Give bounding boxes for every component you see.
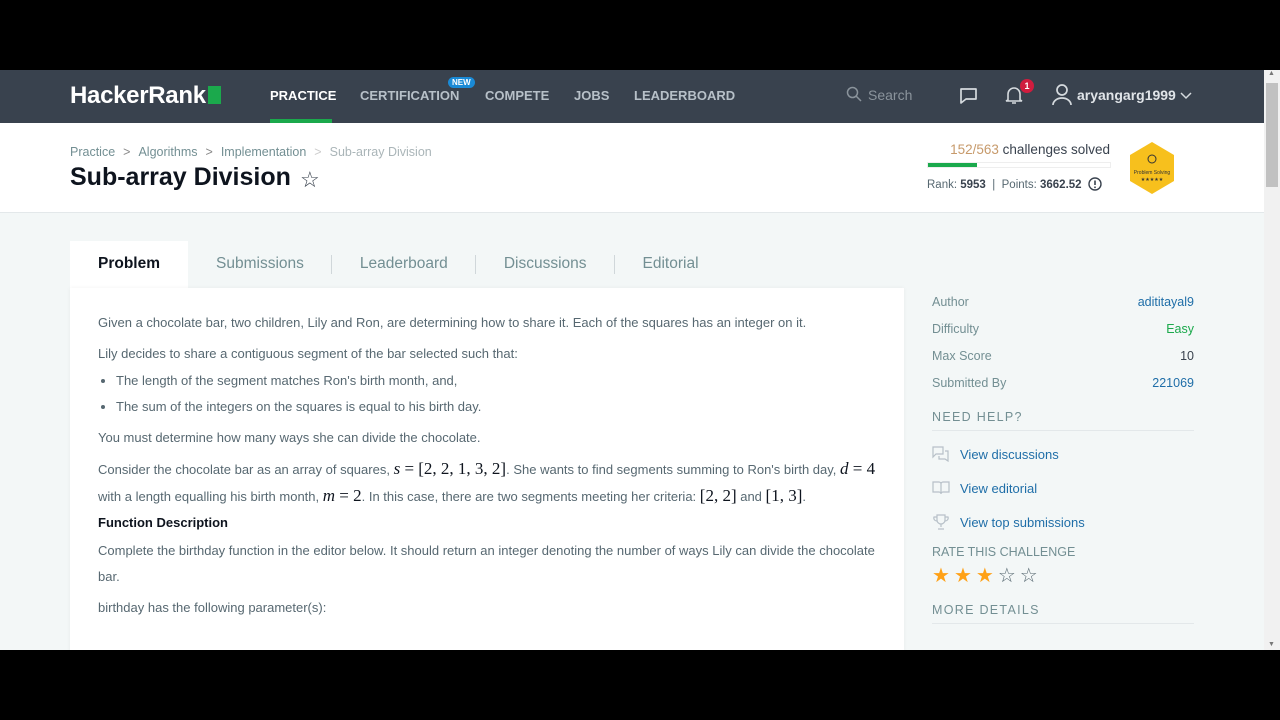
crumb-practice[interactable]: Practice bbox=[70, 145, 115, 159]
paragraph: Consider the chocolate bar as an array o… bbox=[98, 459, 876, 505]
detail-submitted-by: Submitted By 221069 bbox=[932, 375, 1194, 390]
view-top-submissions-link[interactable]: View top submissions bbox=[932, 505, 1194, 539]
challenge-header: Practice > Algorithms > Implementation > Sub-a… bbox=[0, 123, 1264, 213]
paragraph: birthday has the following parameter(s): bbox=[98, 600, 327, 615]
nav-jobs[interactable]: JOBS bbox=[574, 88, 609, 103]
info-icon[interactable] bbox=[1088, 177, 1102, 191]
problem-statement: Given a chocolate bar, two children, Lil… bbox=[70, 288, 904, 650]
challenges-solved: 152/563 challenges solved bbox=[950, 142, 1110, 157]
nav-certification[interactable]: CERTIFICATION bbox=[360, 88, 459, 103]
star-filled-icon[interactable]: ★ bbox=[954, 565, 972, 587]
rank-points: Rank: 5953 | Points: 3662.52 bbox=[927, 177, 1102, 191]
submitted-by-link[interactable]: 221069 bbox=[1152, 376, 1194, 390]
top-nav: HackerRank PRACTICE CERTIFICATION NEW CO… bbox=[0, 70, 1264, 123]
paragraph: Lily decides to share a contiguous segme… bbox=[98, 346, 518, 361]
star-empty-icon[interactable]: ☆ bbox=[1020, 565, 1038, 587]
star-filled-icon[interactable]: ★ bbox=[932, 565, 950, 587]
paragraph: Complete the birthday function in the ed… bbox=[98, 543, 875, 584]
paragraph: You must determine how many ways she can… bbox=[98, 430, 481, 445]
scrollbar[interactable]: ▲ ▼ bbox=[1264, 70, 1280, 650]
tab-editorial[interactable]: Editorial bbox=[615, 241, 727, 288]
more-details-heading[interactable]: MORE DETAILS bbox=[932, 593, 1194, 624]
problem-tabs: Problem Submissions Leaderboard Discussi… bbox=[70, 241, 727, 288]
problem-solving-badge[interactable]: Problem Solving★★★★★ bbox=[1128, 141, 1176, 195]
tab-leaderboard[interactable]: Leaderboard bbox=[332, 241, 476, 288]
crumb-implementation[interactable]: Implementation bbox=[221, 145, 306, 159]
svg-text:★★★★★: ★★★★★ bbox=[1141, 177, 1164, 183]
criteria-list: The length of the segment matches Ron's … bbox=[116, 368, 876, 420]
nav-leaderboard[interactable]: LEADERBOARD bbox=[634, 88, 735, 103]
star-empty-icon[interactable]: ☆ bbox=[998, 565, 1016, 587]
username-dropdown[interactable]: aryangarg1999 bbox=[1077, 87, 1192, 103]
nav-practice[interactable]: PRACTICE bbox=[270, 88, 336, 103]
detail-max-score: Max Score 10 bbox=[932, 348, 1194, 363]
hackerrank-logo[interactable]: HackerRank bbox=[70, 82, 221, 110]
search-input[interactable]: Search bbox=[846, 86, 912, 103]
page-title: Sub-array Division bbox=[70, 163, 291, 191]
book-icon bbox=[932, 481, 950, 495]
view-editorial-link[interactable]: View editorial bbox=[932, 471, 1194, 505]
list-item: The sum of the integers on the squares i… bbox=[116, 394, 876, 420]
need-help-heading: NEED HELP? bbox=[932, 400, 1194, 431]
nav-compete[interactable]: COMPETE bbox=[485, 88, 549, 103]
trophy-icon bbox=[933, 514, 949, 530]
list-item: The length of the segment matches Ron's … bbox=[116, 368, 876, 394]
new-badge: NEW bbox=[448, 77, 475, 88]
svg-text:Problem Solving: Problem Solving bbox=[1134, 170, 1171, 176]
rating-stars[interactable]: ★ ★ ★ ☆ ☆ bbox=[932, 563, 1194, 593]
search-icon bbox=[846, 86, 862, 102]
section-heading: Function Description bbox=[98, 515, 228, 530]
rate-heading: RATE THIS CHALLENGE bbox=[932, 545, 1076, 559]
star-filled-icon[interactable]: ★ bbox=[976, 565, 994, 587]
bookmark-star-icon[interactable]: ☆ bbox=[300, 167, 320, 193]
tab-submissions[interactable]: Submissions bbox=[188, 241, 332, 288]
chevron-down-icon bbox=[1180, 92, 1192, 100]
crumb-current: Sub-array Division bbox=[329, 145, 432, 159]
chat-icon[interactable] bbox=[959, 87, 978, 105]
detail-author: Author adititayal9 bbox=[932, 294, 1194, 309]
scrollbar-thumb[interactable] bbox=[1266, 83, 1278, 187]
user-icon[interactable] bbox=[1052, 83, 1072, 107]
progress-bar bbox=[927, 162, 1111, 168]
crumb-algorithms[interactable]: Algorithms bbox=[138, 145, 197, 159]
view-discussions-link[interactable]: View discussions bbox=[932, 437, 1194, 471]
tab-problem[interactable]: Problem bbox=[70, 241, 189, 288]
paragraph: Given a chocolate bar, two children, Lil… bbox=[98, 315, 807, 330]
author-link[interactable]: adititayal9 bbox=[1138, 295, 1194, 309]
challenge-sidebar: Author adititayal9 Difficulty Easy Max Sco… bbox=[932, 288, 1194, 624]
tab-discussions[interactable]: Discussions bbox=[476, 241, 615, 288]
detail-difficulty: Difficulty Easy bbox=[932, 321, 1194, 336]
discussion-icon bbox=[932, 446, 949, 462]
breadcrumb: Practice > Algorithms > Implementation > Sub-a… bbox=[70, 145, 432, 159]
notification-count: 1 bbox=[1020, 79, 1034, 93]
